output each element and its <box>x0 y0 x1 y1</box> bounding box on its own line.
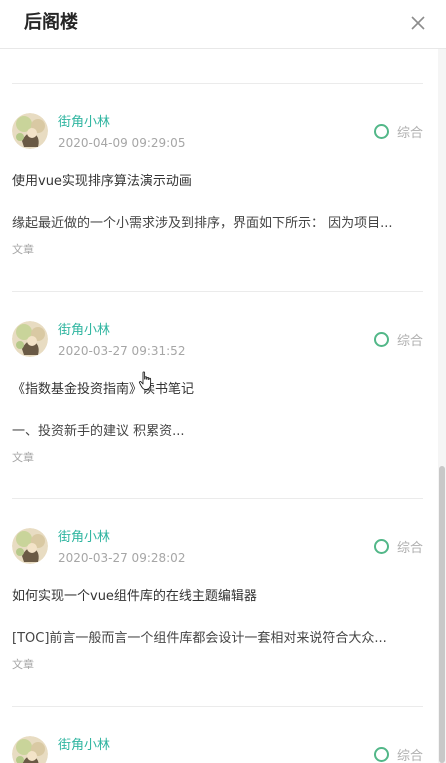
author-name[interactable]: 街角小林 <box>58 114 110 132</box>
category-ring-icon <box>373 538 389 554</box>
drawer-header: 后阁楼 <box>0 0 446 49</box>
list-item[interactable]: 街角小林 2020-03-27 09:31:52 综合 《指数基金投资指南》读书… <box>12 321 423 471</box>
post-excerpt: 一、投资新手的建议 积累资... <box>12 424 185 439</box>
list-divider <box>12 706 423 707</box>
author-name[interactable]: 街角小林 <box>58 737 110 755</box>
post-time: 2020-04-09 09:29:05 <box>58 136 186 150</box>
category-tag[interactable]: 综合 <box>373 121 423 141</box>
list-divider <box>12 291 423 292</box>
list-divider <box>12 83 423 84</box>
list-item[interactable]: 街角小林 综合 <box>12 736 423 763</box>
post-excerpt: 缘起最近做的一个小需求涉及到排序，界面如下所示： 因为项目... <box>12 216 393 231</box>
post-title[interactable]: 《指数基金投资指南》读书笔记 <box>12 381 194 399</box>
post-list-scroll-area[interactable]: 街角小林 2020-04-09 09:29:05 综合 使用vue实现排序算法演… <box>0 49 446 763</box>
category-label: 综合 <box>396 748 423 763</box>
post-title[interactable]: 如何实现一个vue组件库的在线主题编辑器 <box>12 588 257 606</box>
category-ring-icon <box>373 123 389 139</box>
list-divider <box>12 498 423 499</box>
avatar[interactable] <box>12 321 48 357</box>
scrollbar-thumb[interactable] <box>439 466 445 763</box>
post-type: 文章 <box>12 451 34 464</box>
post-time: 2020-03-27 09:28:02 <box>58 551 186 565</box>
list-item[interactable]: 街角小林 2020-03-27 09:28:02 综合 如何实现一个vue组件库… <box>12 528 423 678</box>
drawer-title: 后阁楼 <box>24 12 78 33</box>
author-name[interactable]: 街角小林 <box>58 322 110 340</box>
post-title[interactable]: 使用vue实现排序算法演示动画 <box>12 173 192 191</box>
post-type: 文章 <box>12 243 34 256</box>
category-label: 综合 <box>396 333 423 349</box>
category-tag[interactable]: 综合 <box>373 536 423 556</box>
list-item[interactable]: 街角小林 2020-04-09 09:29:05 综合 使用vue实现排序算法演… <box>12 113 423 263</box>
category-tag[interactable]: 综合 <box>373 744 423 763</box>
category-tag[interactable]: 综合 <box>373 329 423 349</box>
drawer-panel: 后阁楼 街角小林 2020-04-09 09:29:05 综合 使用vue实现排… <box>0 0 446 763</box>
author-name[interactable]: 街角小林 <box>58 529 110 547</box>
hand-pointer-icon <box>138 371 152 390</box>
post-time: 2020-03-27 09:31:52 <box>58 344 186 358</box>
category-label: 综合 <box>396 125 423 141</box>
post-excerpt: [TOC]前言一般而言一个组件库都会设计一套相对来说符合大众... <box>12 631 387 646</box>
avatar[interactable] <box>12 528 48 564</box>
avatar[interactable] <box>12 113 48 149</box>
category-label: 综合 <box>396 540 423 556</box>
category-ring-icon <box>373 331 389 347</box>
post-type: 文章 <box>12 658 34 671</box>
close-icon[interactable] <box>409 14 427 32</box>
category-ring-icon <box>373 746 389 762</box>
avatar[interactable] <box>12 736 48 763</box>
